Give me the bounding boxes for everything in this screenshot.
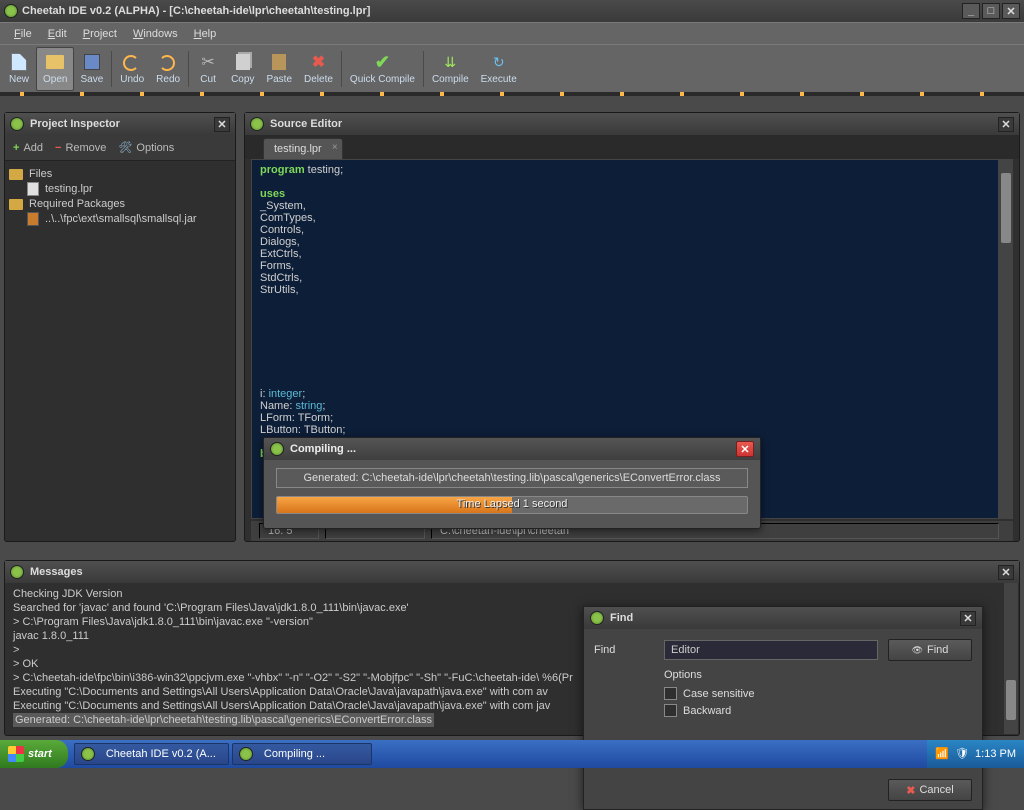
folder-icon xyxy=(9,199,23,210)
compile-message: Generated: C:\cheetah-ide\lpr\cheetah\te… xyxy=(276,468,748,488)
tree-file[interactable]: testing.lpr xyxy=(9,181,231,197)
vertical-scrollbar[interactable] xyxy=(999,159,1013,519)
panel-title: Source Editor xyxy=(270,118,998,130)
panel-close-button[interactable]: ✕ xyxy=(998,117,1014,132)
panel-header: Project Inspector ✕ xyxy=(5,113,235,135)
project-tree: Files testing.lpr Required Packages ..\.… xyxy=(5,161,235,541)
progress-text: Time Lapsed 1 second xyxy=(277,498,747,510)
toolbar-separator xyxy=(423,51,424,87)
menu-file[interactable]: File xyxy=(6,26,40,42)
checkbox-icon xyxy=(664,687,677,700)
minimize-button[interactable]: _ xyxy=(962,3,980,19)
tree-package[interactable]: ..\..\fpc\ext\smallsql\smallsql.jar xyxy=(9,211,231,227)
network-icon[interactable]: 📶 xyxy=(935,747,949,761)
inspector-toolbar: +Add −Remove 🛠Options xyxy=(5,135,235,161)
find-button[interactable]: 👁Find xyxy=(888,639,972,661)
panel-close-button[interactable]: ✕ xyxy=(214,117,230,132)
dialog-header[interactable]: Compiling ... ✕ xyxy=(264,438,760,460)
dialog-header[interactable]: Find ✕ xyxy=(584,607,982,629)
remove-button[interactable]: −Remove xyxy=(55,142,106,154)
redo-button[interactable]: Redo xyxy=(150,47,186,91)
menu-project[interactable]: Project xyxy=(75,26,125,42)
cancel-button[interactable]: ✖Cancel xyxy=(888,779,972,801)
start-button[interactable]: start xyxy=(0,740,68,768)
options-button[interactable]: 🛠Options xyxy=(118,141,174,154)
paste-button[interactable]: Paste xyxy=(260,47,298,91)
toolbar-separator xyxy=(111,51,112,87)
folder-icon xyxy=(9,169,23,180)
undo-button[interactable]: Undo xyxy=(114,47,150,91)
dialog-title: Compiling ... xyxy=(290,443,736,455)
app-title: Cheetah IDE v0.2 (ALPHA) - [C:\cheetah-i… xyxy=(22,5,962,17)
toolbar-separator xyxy=(341,51,342,87)
find-dialog: Find ✕ Find 👁Find Options Case sensitive… xyxy=(583,606,983,810)
tree-folder-files[interactable]: Files xyxy=(9,167,231,181)
case-sensitive-checkbox[interactable]: Case sensitive xyxy=(664,687,972,700)
cheetah-icon xyxy=(10,117,24,131)
close-button[interactable]: ✕ xyxy=(1002,3,1020,19)
editor-tabs: testing.lpr xyxy=(245,135,1019,159)
execute-button[interactable]: ↻Execute xyxy=(475,47,523,91)
copy-button[interactable]: Copy xyxy=(225,47,260,91)
cheetah-icon xyxy=(590,611,604,625)
project-inspector-panel: Project Inspector ✕ +Add −Remove 🛠Option… xyxy=(4,112,236,542)
windows-logo-icon xyxy=(8,746,24,762)
taskbar-item[interactable]: Compiling ... xyxy=(232,743,372,765)
taskbar: start Cheetah IDE v0.2 (A... Compiling .… xyxy=(0,740,1024,768)
toolbar: New Open Save Undo Redo ✂Cut Copy Paste … xyxy=(0,44,1024,92)
menu-windows[interactable]: Windows xyxy=(125,26,186,42)
panel-title: Project Inspector xyxy=(30,118,214,130)
tray-icon[interactable]: 🛡 xyxy=(955,747,969,761)
tree-folder-packages[interactable]: Required Packages xyxy=(9,197,231,211)
add-button[interactable]: +Add xyxy=(13,142,43,154)
cheetah-icon xyxy=(10,565,24,579)
backward-checkbox[interactable]: Backward xyxy=(664,704,972,717)
cheetah-icon xyxy=(239,747,253,761)
open-button[interactable]: Open xyxy=(36,47,74,91)
clock: 1:13 PM xyxy=(975,748,1016,760)
panel-title: Messages xyxy=(30,566,998,578)
find-input[interactable] xyxy=(664,640,878,660)
quick-compile-button[interactable]: ✔Quick Compile xyxy=(344,47,421,91)
toolbar-separator xyxy=(188,51,189,87)
cut-button[interactable]: ✂Cut xyxy=(191,47,225,91)
vertical-scrollbar[interactable] xyxy=(1004,583,1018,734)
save-button[interactable]: Save xyxy=(74,47,109,91)
cheetah-icon xyxy=(81,747,95,761)
delete-button[interactable]: ✖Delete xyxy=(298,47,339,91)
app-icon xyxy=(4,4,18,18)
dialog-close-button[interactable]: ✕ xyxy=(736,441,754,457)
editor-tab[interactable]: testing.lpr xyxy=(263,138,343,159)
menu-help[interactable]: Help xyxy=(186,26,225,42)
options-label: Options xyxy=(664,669,972,681)
new-button[interactable]: New xyxy=(2,47,36,91)
app-titlebar: Cheetah IDE v0.2 (ALPHA) - [C:\cheetah-i… xyxy=(0,0,1024,22)
window-controls: _ □ ✕ xyxy=(962,3,1020,19)
system-tray[interactable]: 📶 🛡 1:13 PM xyxy=(927,740,1024,768)
maximize-button[interactable]: □ xyxy=(982,3,1000,19)
panel-close-button[interactable]: ✕ xyxy=(998,565,1014,580)
find-label: Find xyxy=(594,644,654,656)
cheetah-icon xyxy=(250,117,264,131)
menubar: File Edit Project Windows Help xyxy=(0,22,1024,44)
jar-icon xyxy=(27,212,39,226)
progress-bar: Time Lapsed 1 second xyxy=(276,496,748,514)
panel-header: Messages ✕ xyxy=(5,561,1019,583)
separator-bar xyxy=(0,92,1024,96)
checkbox-icon xyxy=(664,704,677,717)
dialog-title: Find xyxy=(610,612,960,624)
panel-header: Source Editor ✕ xyxy=(245,113,1019,135)
taskbar-item[interactable]: Cheetah IDE v0.2 (A... xyxy=(74,743,229,765)
cheetah-icon xyxy=(270,442,284,456)
compile-button[interactable]: ⇊Compile xyxy=(426,47,475,91)
compiling-dialog: Compiling ... ✕ Generated: C:\cheetah-id… xyxy=(263,437,761,529)
dialog-close-button[interactable]: ✕ xyxy=(960,611,976,626)
file-icon xyxy=(27,182,39,196)
menu-edit[interactable]: Edit xyxy=(40,26,75,42)
